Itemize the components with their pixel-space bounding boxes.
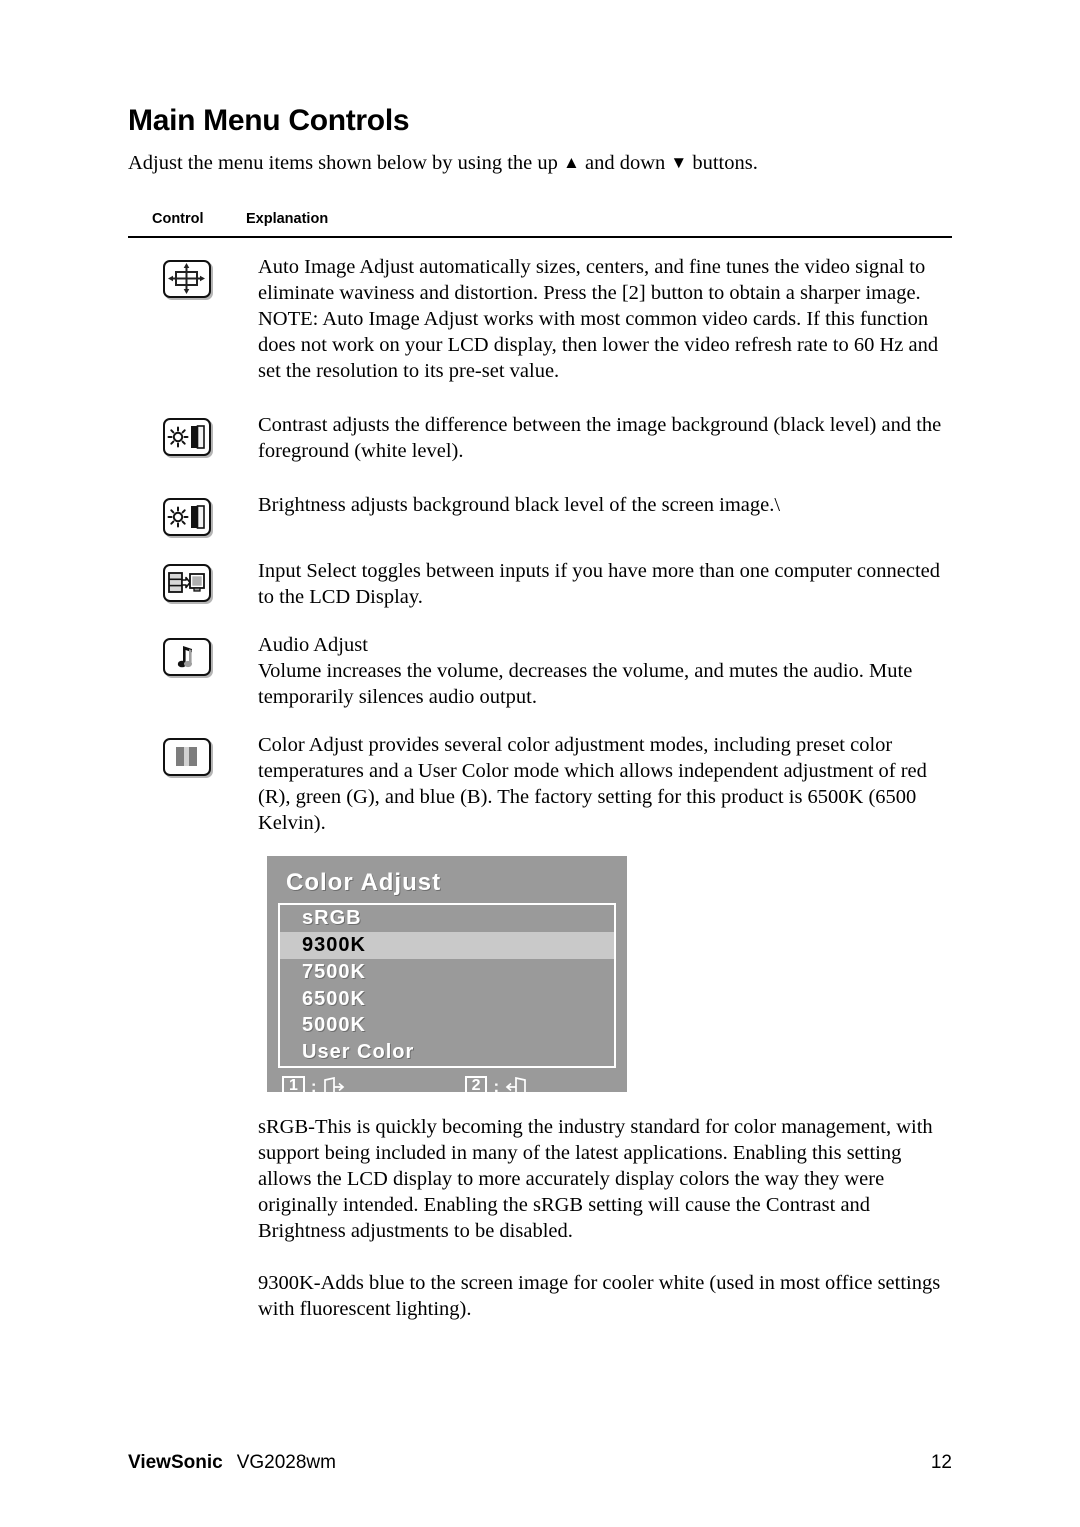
intro-text-middle: and down: [579, 152, 671, 174]
control-icon-cell: [128, 254, 258, 298]
osd-color-adjust-menu: Color Adjust sRGB 9300K 7500K 6500K 5000…: [267, 856, 627, 1098]
note-9300k: 9300K-Adds blue to the screen image for …: [258, 1272, 941, 1321]
control-icon-cell: [128, 558, 258, 602]
explanation-paragraph: Color Adjust provides several color adju…: [258, 734, 927, 835]
osd-key-2: 2 :: [464, 1075, 528, 1098]
color-adjust-icon: [163, 738, 211, 776]
control-icon-cell: [128, 492, 258, 536]
explanation-paragraph: Auto Image Adjust automatically sizes, c…: [258, 255, 926, 304]
osd-menu-item-srgb[interactable]: sRGB: [280, 905, 614, 932]
audio-adjust-icon: [163, 637, 211, 676]
osd-key-2-colon: :: [493, 1076, 500, 1096]
page-title: Main Menu Controls: [128, 104, 410, 137]
control-icon-cell: [128, 412, 258, 456]
explanation-paragraph: Contrast adjusts the difference between …: [258, 413, 942, 462]
explanation-cell: Auto Image Adjust automatically sizes, c…: [258, 254, 952, 384]
table-row: Auto Image Adjust automatically sizes, c…: [128, 254, 952, 384]
table-row: Brightness adjusts background black leve…: [128, 492, 952, 536]
osd-title: Color Adjust: [286, 869, 442, 897]
osd-menu-item-user-color[interactable]: User Color: [280, 1039, 614, 1066]
explanation-cell: Contrast adjusts the difference between …: [258, 412, 952, 464]
page-number: 12: [930, 1452, 952, 1473]
explanation-paragraph: Input Select toggles between inputs if y…: [258, 559, 940, 608]
osd-key-2-number: 2: [464, 1075, 488, 1098]
column-header-control: Control: [152, 210, 204, 227]
explanation-paragraph: Volume increases the volume, decreases t…: [258, 659, 913, 708]
osd-screenshot-wrapper: Color Adjust sRGB 9300K 7500K 6500K 5000…: [267, 856, 952, 1098]
brand-name: ViewSonic: [128, 1452, 223, 1473]
up-arrow-icon: ▲: [563, 153, 580, 172]
manual-page: Main Menu Controls Adjust the menu items…: [0, 0, 1080, 1527]
header-divider: [128, 235, 952, 238]
column-header-explanation: Explanation: [246, 210, 329, 227]
enter-icon: [505, 1076, 527, 1097]
auto-image-adjust-icon: [163, 259, 211, 298]
explanation-cell: Audio Adjust Volume increases the volume…: [258, 632, 952, 710]
osd-menu-item-5000k[interactable]: 5000K: [280, 1012, 614, 1039]
intro-text-after: buttons.: [687, 152, 758, 174]
intro-text-before: Adjust the menu items shown below by usi…: [128, 152, 564, 174]
explanation-paragraph: Brightness adjusts background black leve…: [258, 493, 781, 516]
osd-key-1-colon: :: [310, 1076, 317, 1096]
note-srgb: sRGB-This is quickly becoming the indust…: [258, 1116, 933, 1243]
table-header-row: Control Explanation: [128, 211, 952, 236]
input-select-icon: [163, 563, 211, 602]
table-row: Audio Adjust Volume increases the volume…: [128, 632, 952, 710]
page-footer: ViewSonic VG2028wm 12: [128, 1452, 952, 1474]
explanation-cell: Input Select toggles between inputs if y…: [258, 558, 952, 610]
contrast-icon: [163, 417, 211, 456]
osd-menu-item-9300k[interactable]: 9300K: [280, 931, 614, 959]
osd-footer: 1 : 2 :: [282, 1075, 614, 1098]
explanation-cell: Brightness adjusts background black leve…: [258, 492, 952, 518]
explanation-cell: Color Adjust provides several color adju…: [258, 732, 952, 836]
control-icon-cell: [128, 732, 258, 776]
table-row: Contrast adjusts the difference between …: [128, 412, 952, 464]
intro-paragraph: Adjust the menu items shown below by usi…: [128, 151, 952, 177]
control-icon-cell: [128, 632, 258, 676]
exit-icon: [323, 1076, 345, 1097]
osd-key-1: 1 :: [282, 1075, 345, 1098]
explanation-paragraph: Audio Adjust: [258, 633, 368, 656]
brightness-icon: [163, 497, 211, 536]
down-arrow-icon: ▼: [670, 153, 688, 172]
model-name: VG2028wm: [236, 1452, 336, 1473]
table-row: Color Adjust provides several color adju…: [128, 732, 952, 836]
osd-menu-list: sRGB 9300K 7500K 6500K 5000K User Color: [278, 903, 616, 1068]
osd-key-1-number: 1: [282, 1075, 305, 1098]
osd-menu-item-6500k[interactable]: 6500K: [280, 986, 614, 1013]
table-row: Input Select toggles between inputs if y…: [128, 558, 952, 610]
explanation-paragraph: NOTE: Auto Image Adjust works with most …: [258, 307, 939, 382]
page-content: Main Menu Controls Adjust the menu items…: [128, 104, 952, 1322]
osd-menu-item-7500k[interactable]: 7500K: [280, 959, 614, 986]
